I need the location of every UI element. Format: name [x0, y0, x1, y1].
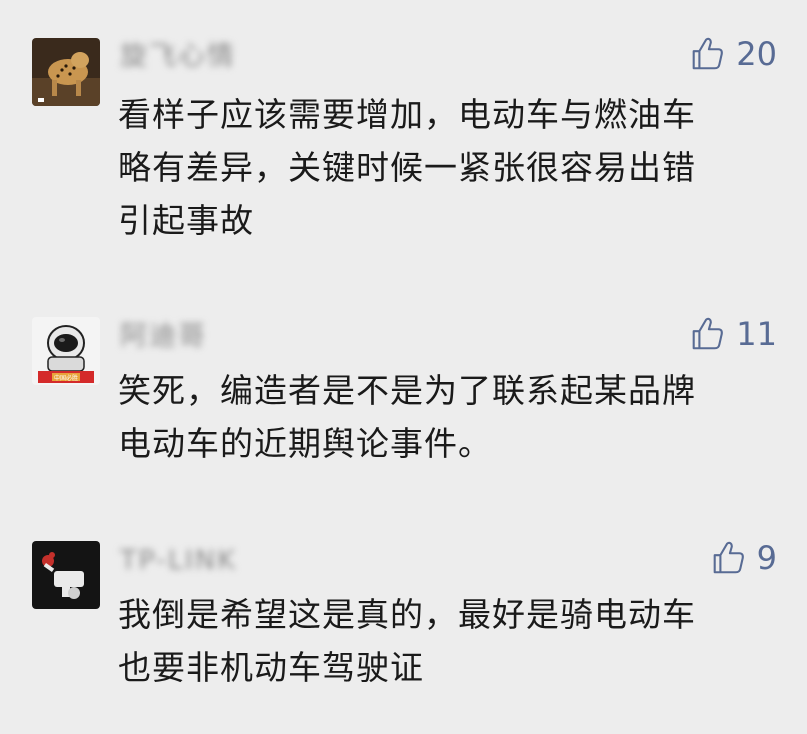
avatar[interactable]	[32, 541, 100, 609]
comment-line: 我倒是希望这是真的，最好是骑电动车	[118, 595, 696, 634]
cartoon-avatar-icon	[32, 541, 100, 609]
like-count: 9	[756, 539, 777, 577]
comment-item: TP-LINK 9 我倒是希望这是真的，最好是骑电动车 也要非机动车驾驶证	[0, 0, 807, 734]
comment-text: 我倒是希望这是真的，最好是骑电动车 也要非机动车驾驶证	[118, 588, 778, 694]
username[interactable]: TP-LINK	[120, 546, 237, 576]
like-button[interactable]: 9	[709, 538, 777, 578]
thumbs-up-icon	[713, 541, 744, 574]
comment-line: 也要非机动车驾驶证	[118, 648, 424, 687]
